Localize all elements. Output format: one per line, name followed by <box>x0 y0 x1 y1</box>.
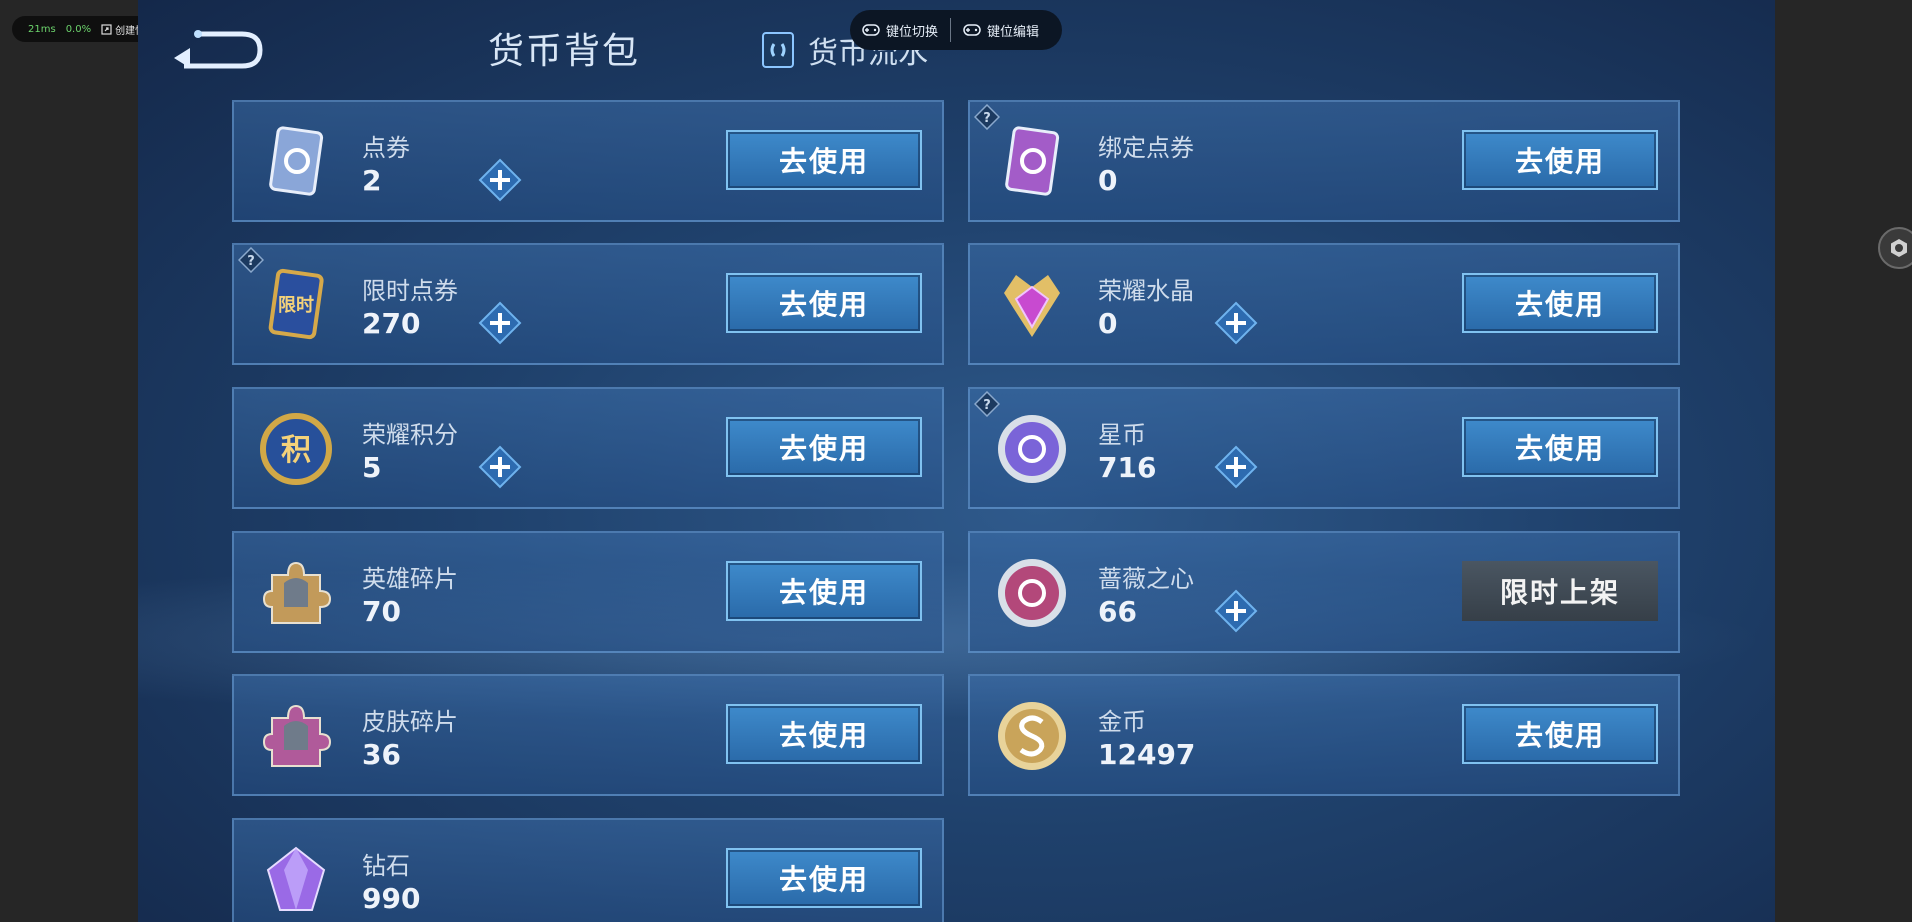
use-button[interactable]: 去使用 <box>726 704 922 764</box>
currency-name: 蔷薇之心 <box>1098 565 1194 593</box>
help-question-icon[interactable]: ? <box>238 247 264 273</box>
use-button[interactable]: 去使用 <box>726 561 922 621</box>
currency-card: 金币 12497 去使用 <box>968 674 1680 796</box>
currency-card: 积 荣耀积分 5 去使用 <box>232 387 944 509</box>
currency-count: 990 <box>362 882 421 915</box>
key-switch-button[interactable]: 键位切换 <box>850 21 950 40</box>
svg-text:积: 积 <box>281 433 311 468</box>
currency-card: 皮肤碎片 36 去使用 <box>232 674 944 796</box>
svg-text:?: ? <box>983 111 991 126</box>
tab-currency-bag[interactable]: 货币背包 <box>488 22 640 74</box>
packet-loss-value: 0.0% <box>65 23 92 35</box>
diamond-icon <box>266 846 326 911</box>
add-plus-icon[interactable] <box>1214 445 1258 489</box>
use-button[interactable]: 去使用 <box>726 417 922 477</box>
currency-name: 皮肤碎片 <box>362 708 458 736</box>
currency-count: 270 <box>362 307 421 340</box>
add-plus-icon[interactable] <box>1214 301 1258 345</box>
use-button[interactable]: 去使用 <box>1462 417 1658 477</box>
back-button[interactable] <box>170 26 265 72</box>
currency-name: 荣耀积分 <box>362 421 458 449</box>
currency-card: 荣耀水晶 0 去使用 <box>968 243 1680 365</box>
currency-count: 36 <box>362 738 401 771</box>
use-button[interactable]: 去使用 <box>1462 273 1658 333</box>
currency-card: 绑定点券 0 去使用 ? <box>968 100 1680 222</box>
currency-name: 限时点券 <box>362 277 458 305</box>
limited-ticket-icon: 限时 <box>268 268 324 340</box>
add-plus-icon[interactable] <box>1214 589 1258 633</box>
currency-name: 钻石 <box>362 852 410 880</box>
currency-name: 点券 <box>362 134 410 162</box>
currency-name: 荣耀水晶 <box>1098 277 1194 305</box>
key-edit-button[interactable]: 键位编辑 <box>951 21 1051 40</box>
key-switch-label: 键位切换 <box>886 24 939 40</box>
svg-text:?: ? <box>983 398 991 413</box>
currency-card: 星币 716 去使用 ? <box>968 387 1680 509</box>
currency-name: 金币 <box>1098 708 1146 736</box>
use-button[interactable]: 去使用 <box>1462 704 1658 764</box>
currency-card: 点券 2 去使用 <box>232 100 944 222</box>
svg-text:?: ? <box>247 254 255 269</box>
currency-name: 绑定点券 <box>1098 134 1194 162</box>
skin-fragment-icon <box>262 704 332 767</box>
key-mapping-toolbar: 键位切换 键位编辑 <box>850 10 1062 50</box>
hero-fragment-icon <box>262 561 332 624</box>
currency-count: 0 <box>1098 307 1118 340</box>
help-question-icon[interactable]: ? <box>974 104 1000 130</box>
currency-card: 英雄碎片 70 去使用 <box>232 531 944 653</box>
currency-count: 66 <box>1098 595 1137 628</box>
gamepad-edit-icon <box>963 24 981 36</box>
currency-name: 英雄碎片 <box>362 565 458 593</box>
star-coin-icon <box>998 415 1066 483</box>
currency-count: 12497 <box>1098 738 1196 771</box>
currency-count: 70 <box>362 595 401 628</box>
shortcut-icon <box>101 23 112 35</box>
add-plus-icon[interactable] <box>478 301 522 345</box>
currency-count: 5 <box>362 451 382 484</box>
currency-count: 0 <box>1098 164 1118 197</box>
gold-coin-icon <box>998 702 1066 770</box>
add-plus-icon[interactable] <box>478 158 522 202</box>
currency-card: 钻石 990 去使用 <box>232 818 944 922</box>
glory-points-icon: 积 <box>260 413 332 485</box>
key-edit-label: 键位编辑 <box>987 24 1040 40</box>
use-button[interactable]: 去使用 <box>726 273 922 333</box>
use-button[interactable]: 去使用 <box>1462 130 1658 190</box>
use-button[interactable]: 去使用 <box>726 130 922 190</box>
currency-card: 限时 限时点券 270 去使用 ? <box>232 243 944 365</box>
bound-ticket-icon <box>1005 126 1060 196</box>
currency-count: 716 <box>1098 451 1157 484</box>
currency-card: 蔷薇之心 66 限时上架 <box>968 531 1680 653</box>
back-arrow-icon <box>174 30 263 69</box>
flow-card-icon <box>762 32 794 68</box>
limited-glyph: 限时 <box>278 295 314 316</box>
settings-hex-icon <box>1878 227 1912 269</box>
currency-name: 星币 <box>1098 421 1146 449</box>
gamepad-icon <box>862 24 880 36</box>
rose-heart-icon <box>998 559 1066 627</box>
add-plus-icon[interactable] <box>478 445 522 489</box>
game-viewport: 货币背包 货币流水 点券 2 去使用 绑定点券 0 去使用 ? 限时 限时点券 270 去… <box>138 0 1775 922</box>
floating-side-handle[interactable] <box>1877 226 1912 270</box>
use-button[interactable]: 去使用 <box>726 848 922 908</box>
help-question-icon[interactable]: ? <box>974 391 1000 417</box>
latency-value: 21ms <box>28 23 56 35</box>
glory-crystal-icon <box>1004 275 1060 337</box>
limited-release-button[interactable]: 限时上架 <box>1462 561 1658 621</box>
ticket-card-icon <box>269 126 324 196</box>
currency-count: 2 <box>362 164 382 197</box>
